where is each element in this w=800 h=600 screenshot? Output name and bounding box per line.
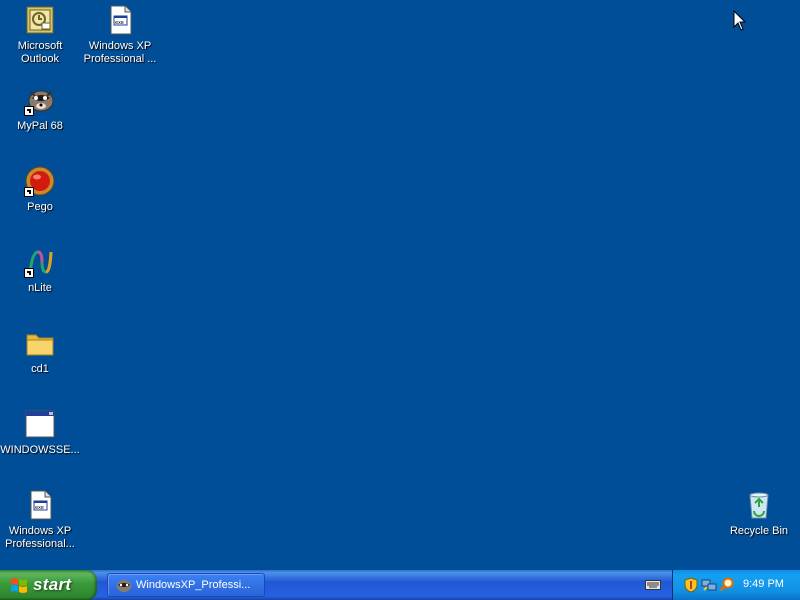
taskbar-window-label: WindowsXP_Professi... xyxy=(136,579,251,591)
desktop-icon-windows-xp-professional-2[interactable]: exe Windows XP Professional... xyxy=(0,489,80,551)
network-connection-icon[interactable] xyxy=(701,577,717,593)
folder-icon xyxy=(26,334,54,356)
shortcut-arrow-icon xyxy=(24,187,34,197)
shortcut-arrow-icon xyxy=(24,268,34,278)
desktop-icon-label: Microsoft Outlook xyxy=(17,40,63,65)
desktop-icon-nlite[interactable]: nLite xyxy=(0,246,80,295)
outlook-icon xyxy=(26,6,54,34)
taskbar-window-button[interactable]: WindowsXP_Professi... xyxy=(107,573,265,597)
start-button[interactable]: start xyxy=(0,570,97,600)
start-label: start xyxy=(33,575,72,594)
recycle-bin-icon xyxy=(749,492,769,519)
mouse-cursor-icon xyxy=(733,10,747,31)
desktop-icon-recycle-bin[interactable]: Recycle Bin xyxy=(719,489,799,538)
keyboard-language-icon[interactable] xyxy=(645,578,661,592)
desktop-icon-label: Windows XP Professional... xyxy=(5,525,75,550)
mypal-raccoon-icon xyxy=(117,580,131,592)
setup-window-icon: exe xyxy=(110,5,132,35)
desktop-icon-label: WINDOWSSE... xyxy=(0,444,80,456)
desktop-icon-pego[interactable]: Pego xyxy=(0,165,80,214)
desktop-icon-label: Windows XP Professional ... xyxy=(83,40,157,65)
desktop-icon-windowsse[interactable]: WINDOWSSE... xyxy=(0,408,80,457)
shortcut-arrow-icon xyxy=(24,106,34,116)
desktop-icon-microsoft-outlook[interactable]: Microsoft Outlook xyxy=(0,4,80,66)
desktop-icon-label: Recycle Bin xyxy=(729,525,789,537)
taskbar: start WindowsXP_Professi... 9:49 PM xyxy=(0,570,800,600)
desktop-icon-mypal-68[interactable]: MyPal 68 xyxy=(0,84,80,133)
windows-flag-icon xyxy=(11,578,27,593)
svg-text:exe: exe xyxy=(115,20,124,26)
desktop-icon-label: nLite xyxy=(28,282,52,294)
desktop-icon-windows-xp-professional[interactable]: exe Windows XP Professional ... xyxy=(80,4,160,66)
desktop: Microsoft Outlook exe Windows XP Profess… xyxy=(0,0,800,570)
security-shield-icon[interactable] xyxy=(683,577,699,593)
desktop-icon-label: cd1 xyxy=(31,363,49,375)
desktop-icon-label: Pego xyxy=(27,201,53,213)
svg-text:exe: exe xyxy=(35,505,44,511)
setup-window-icon: exe xyxy=(30,490,52,520)
search-magnifier-icon[interactable] xyxy=(719,577,735,593)
clock[interactable]: 9:49 PM xyxy=(743,578,784,590)
window-icon xyxy=(25,410,55,438)
desktop-icon-label: MyPal 68 xyxy=(17,120,63,132)
desktop-icon-cd1[interactable]: cd1 xyxy=(0,327,80,376)
